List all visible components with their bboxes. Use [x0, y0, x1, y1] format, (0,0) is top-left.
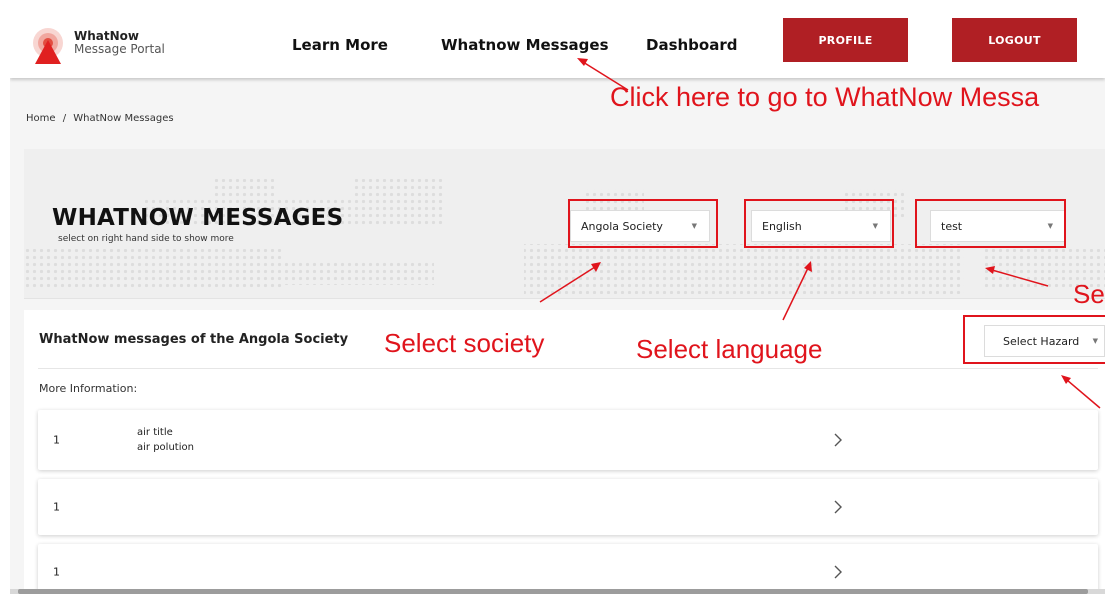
annotation-arrows — [539, 58, 1101, 409]
scrollbar-thumb[interactable] — [18, 589, 1088, 594]
horizontal-scrollbar[interactable] — [10, 589, 1105, 594]
